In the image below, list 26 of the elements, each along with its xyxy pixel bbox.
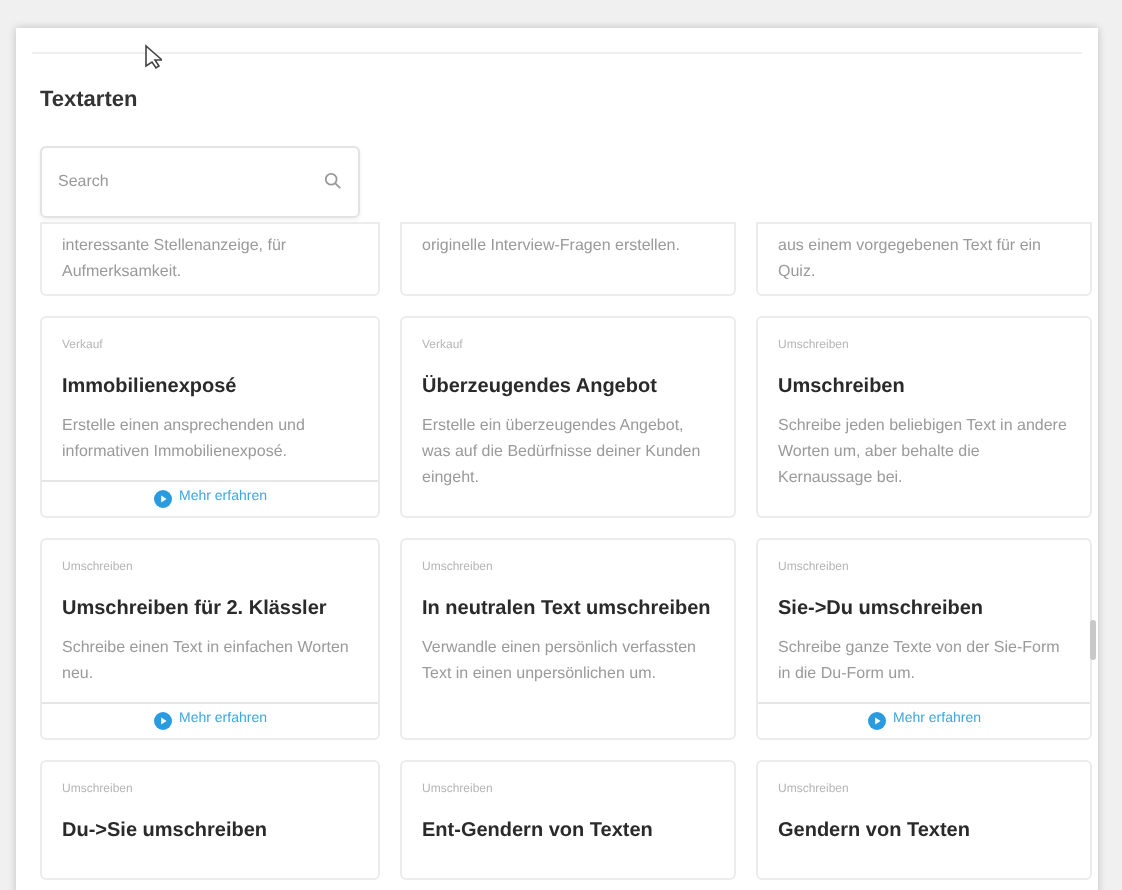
card-title: Umschreiben xyxy=(778,373,907,401)
card-description: originelle Interview-Fragen erstellen. xyxy=(422,233,682,257)
card-description: Erstelle ein überzeugendes Angebot, was auf die Bedürfnisse deiner Kunden eingeht. xyxy=(422,413,703,489)
card-description: Schreibe jeden beliebigen Text in andere Worten um, aber behalte die Kernaussage bei. xyxy=(778,413,1069,489)
card-title: Ent-Gendern von Texten xyxy=(422,817,655,845)
card-title: Überzeugendes Angebot xyxy=(422,373,659,401)
card-title: Immobilienexposé xyxy=(62,373,239,401)
card-description: interessante Stellenanzeige, für Aufmerksamkeit. xyxy=(62,233,289,283)
card-title: Du->Sie umschreiben xyxy=(62,817,270,845)
card-description: Erstelle einen ansprechenden und informativen Immobilienexposé. xyxy=(62,413,307,463)
card-description: Schreibe einen Text in einfachen Worten neu. xyxy=(62,635,351,685)
card-description: aus einem vorgegebenen Text für ein Quiz. xyxy=(778,233,1043,283)
card-title: In neutralen Text umschreiben xyxy=(422,595,713,623)
play-icon xyxy=(153,711,172,729)
search-field[interactable]: Search xyxy=(40,145,360,217)
card-title: Umschreiben für 2. Klässler xyxy=(62,595,329,623)
card-title: Gendern von Texten xyxy=(778,817,972,845)
page-title: Textarten xyxy=(40,86,140,116)
play-icon xyxy=(153,489,172,507)
play-icon xyxy=(867,711,886,729)
cursor-icon xyxy=(144,44,162,70)
card-title: Sie->Du umschreiben xyxy=(778,595,986,623)
card-description: Verwandle einen persönlich verfassten Text in einen unpersönlichen um. xyxy=(422,635,698,685)
search-icon xyxy=(324,171,342,189)
card-description: Schreibe ganze Texte von der Sie-Form in die Du-Form um. xyxy=(778,635,1062,685)
scrollbar-thumb[interactable] xyxy=(1090,620,1096,660)
